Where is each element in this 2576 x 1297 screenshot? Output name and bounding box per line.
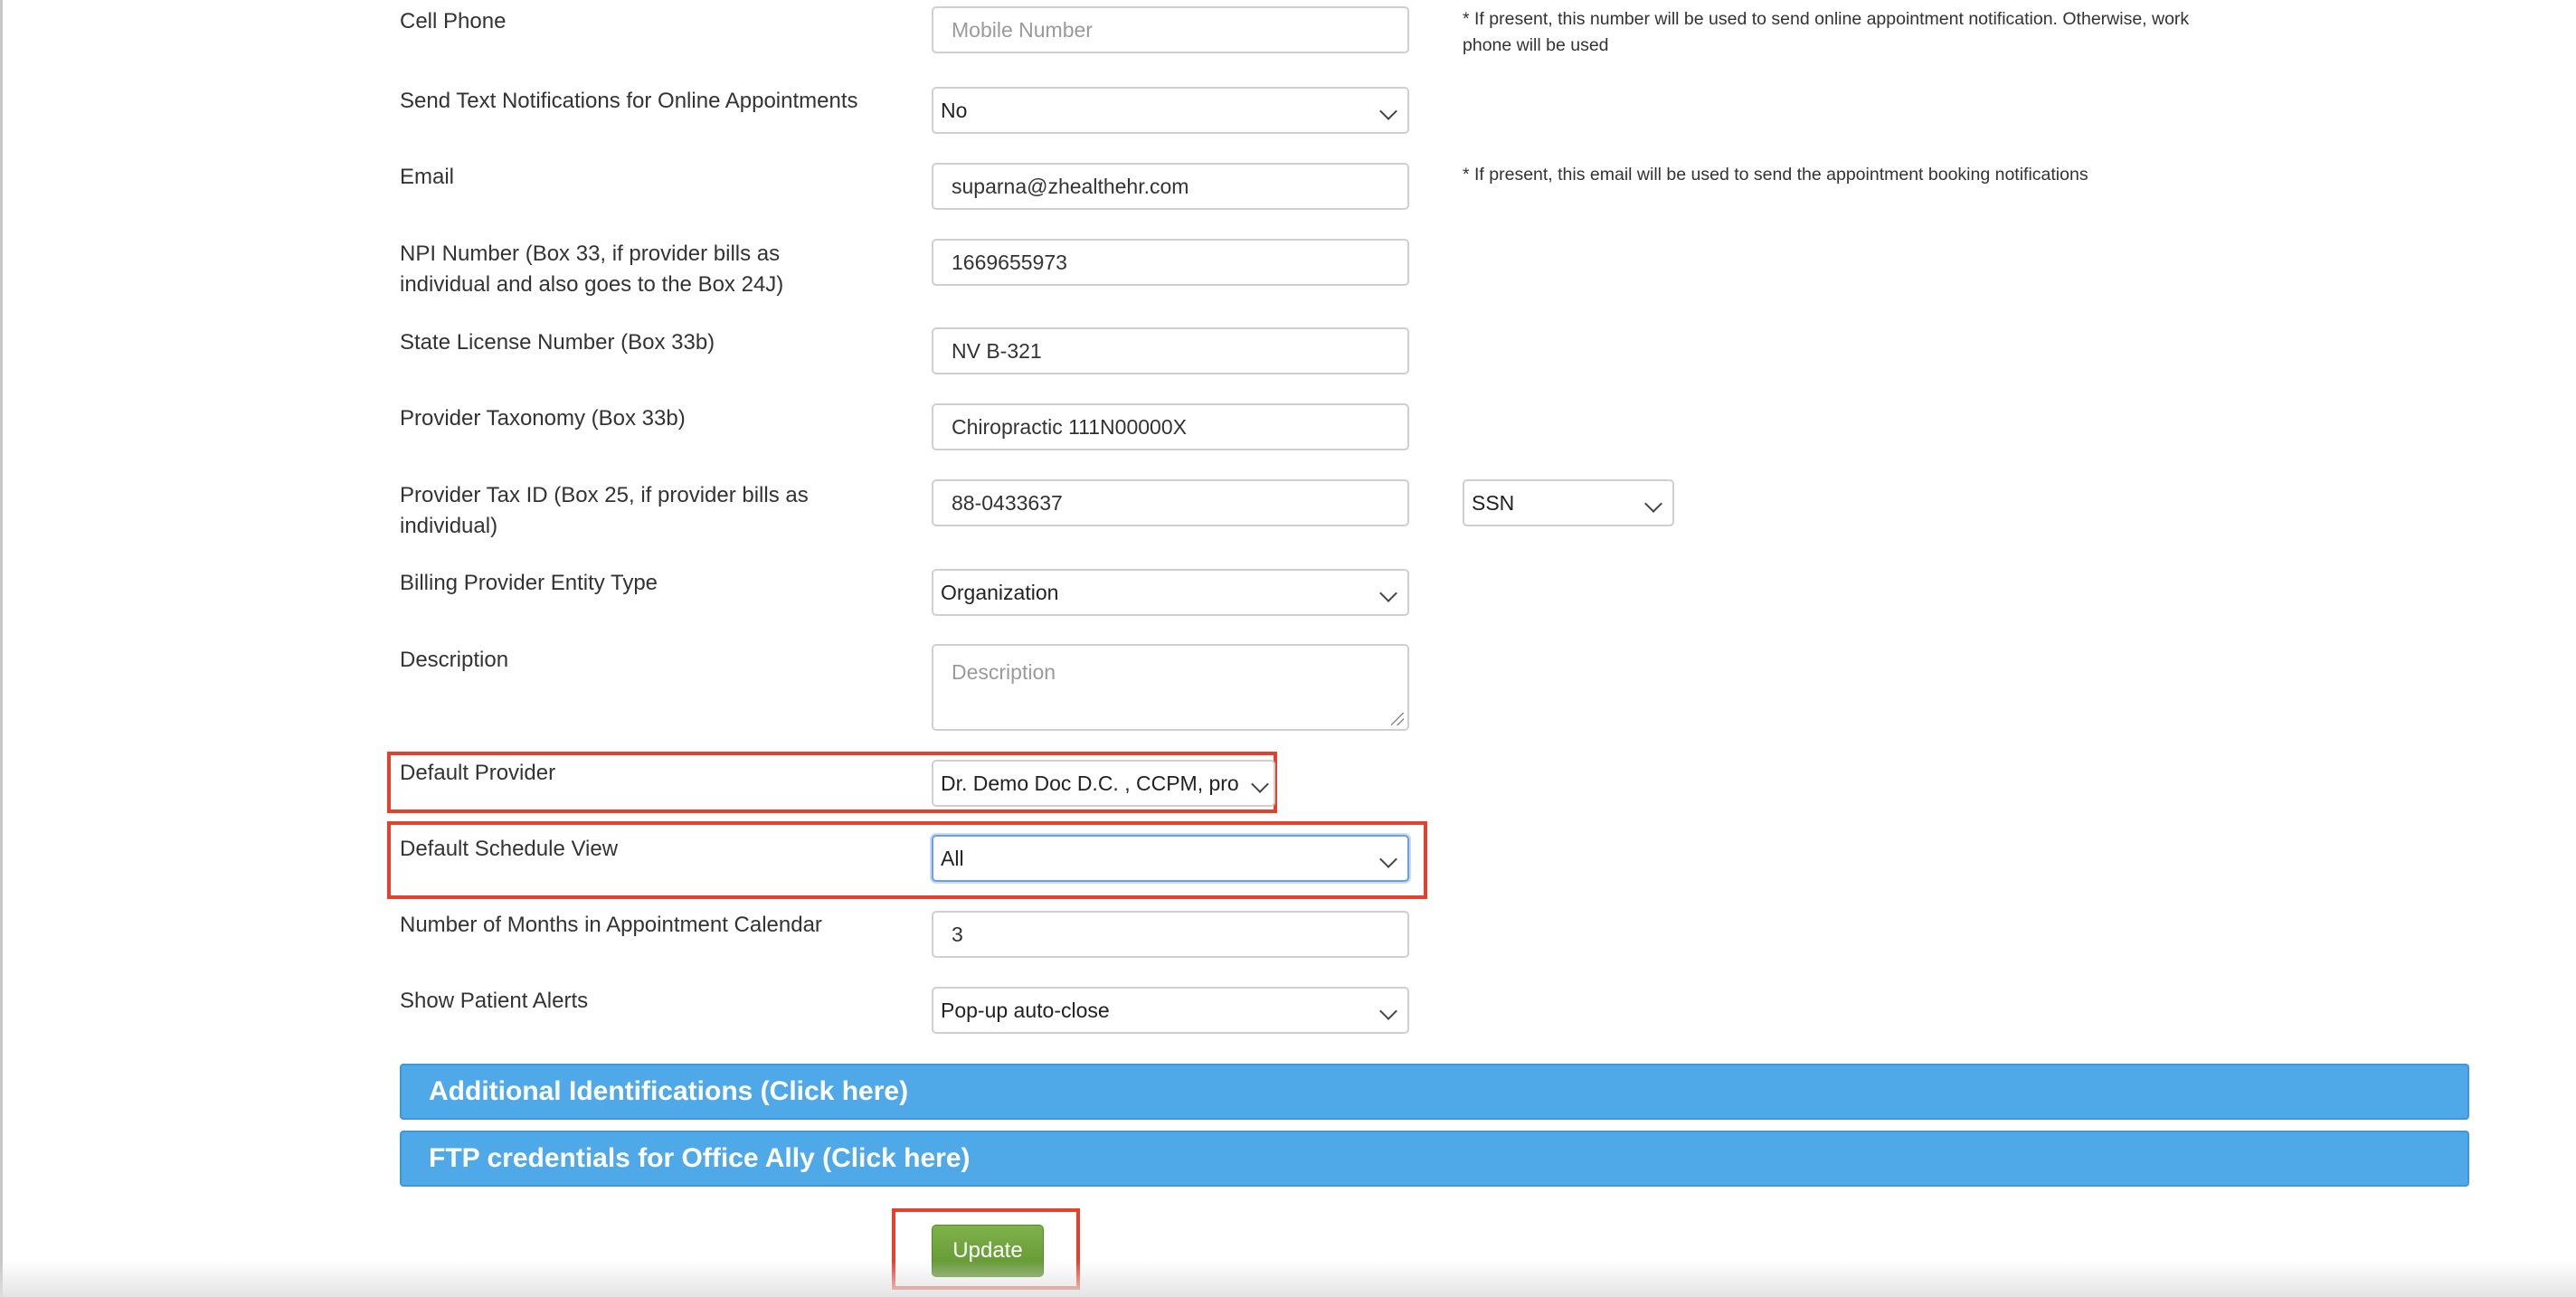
email-note: * If present, this email will be used to… (1463, 165, 2088, 185)
cell-phone-input[interactable]: Mobile Number (932, 6, 1409, 53)
resize-handle-icon[interactable] (1391, 713, 1404, 725)
additional-identifications-accordion[interactable]: Additional Identifications (Click here) (400, 1064, 2469, 1120)
patient-alerts-select[interactable]: Pop-up auto-close (932, 987, 1409, 1034)
entity-type-label: Billing Provider Entity Type (400, 571, 658, 595)
window-left-border (0, 0, 3, 1297)
months-calendar-label: Number of Months in Appointment Calendar (400, 913, 822, 937)
chevron-down-icon (1379, 850, 1397, 868)
email-label: Email (400, 165, 455, 189)
email-input[interactable]: suparna@zhealthehr.com (932, 163, 1409, 210)
state-license-input[interactable]: NV B-321 (932, 327, 1409, 374)
months-calendar-input[interactable]: 3 (932, 911, 1409, 958)
chevron-down-icon (1379, 1002, 1397, 1020)
patient-alerts-value: Pop-up auto-close (941, 999, 1110, 1022)
tax-id-type-select[interactable]: SSN (1463, 479, 1674, 526)
npi-label-line1: NPI Number (Box 33, if provider bills as (400, 241, 781, 266)
npi-input[interactable]: 1669655973 (932, 239, 1409, 286)
entity-type-select[interactable]: Organization (932, 569, 1409, 616)
tax-id-label: Provider Tax ID (Box 25, if provider bil… (400, 480, 809, 542)
taxonomy-input[interactable]: Chiropractic 111N00000X (932, 403, 1409, 450)
entity-type-value: Organization (941, 581, 1059, 604)
default-provider-label: Default Provider (400, 761, 556, 785)
text-notifications-select[interactable]: No (932, 87, 1409, 134)
provider-settings-form: Cell Phone Mobile Number * If present, t… (0, 0, 2576, 1297)
description-placeholder: Description (952, 660, 1056, 684)
default-provider-select[interactable]: Dr. Demo Doc D.C. , CCPM, pro (932, 760, 1275, 807)
default-schedule-view-select[interactable]: All (932, 835, 1409, 882)
tax-id-label-line1: Provider Tax ID (Box 25, if provider bil… (400, 483, 809, 507)
chevron-down-icon (1379, 102, 1397, 120)
default-schedule-view-label: Default Schedule View (400, 837, 619, 861)
npi-label-line2: individual and also goes to the Box 24J) (400, 272, 784, 297)
taxonomy-label: Provider Taxonomy (Box 33b) (400, 406, 686, 431)
cell-phone-note: * If present, this number will be used t… (1463, 9, 2190, 55)
bottom-shadow (0, 1261, 2576, 1297)
ftp-credentials-accordion[interactable]: FTP credentials for Office Ally (Click h… (400, 1131, 2469, 1187)
npi-label: NPI Number (Box 33, if provider bills as… (400, 239, 783, 300)
state-license-label: State License Number (Box 33b) (400, 330, 715, 355)
default-schedule-view-value: All (941, 847, 964, 870)
text-notifications-value: No (941, 99, 968, 122)
text-notifications-label: Send Text Notifications for Online Appoi… (400, 89, 858, 113)
patient-alerts-label: Show Patient Alerts (400, 989, 589, 1013)
description-textarea[interactable]: Description (932, 644, 1409, 731)
tax-id-input[interactable]: 88-0433637 (932, 479, 1409, 526)
description-label: Description (400, 648, 509, 672)
default-provider-value: Dr. Demo Doc D.C. , CCPM, pro (941, 772, 1239, 795)
chevron-down-icon (1251, 775, 1269, 793)
tax-id-label-line2: individual) (400, 514, 498, 538)
chevron-down-icon (1379, 584, 1397, 602)
tax-id-type-value: SSN (1472, 491, 1515, 515)
chevron-down-icon (1644, 495, 1662, 513)
cell-phone-label: Cell Phone (400, 9, 507, 33)
